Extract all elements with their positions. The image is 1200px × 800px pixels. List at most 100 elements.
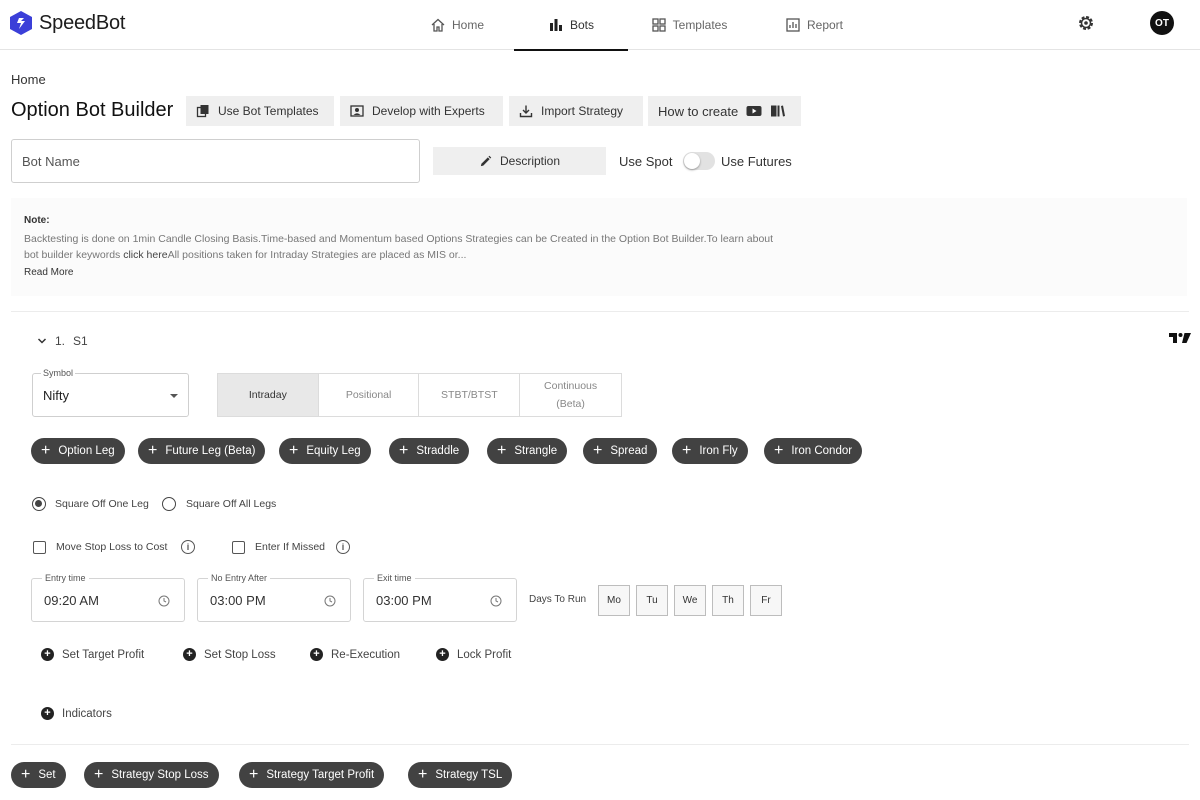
- nav-home[interactable]: Home: [414, 0, 500, 50]
- plus-icon: +: [249, 766, 259, 783]
- set-target-profit-button[interactable]: + Set Target Profit: [41, 648, 144, 661]
- square-off-one-leg-radio[interactable]: [32, 497, 46, 511]
- day-monday[interactable]: Mo: [598, 585, 630, 616]
- strategy-tsl-button[interactable]: + Strategy TSL: [408, 762, 513, 788]
- speedbot-logo-icon: [10, 11, 32, 35]
- day-thursday[interactable]: Th: [712, 585, 744, 616]
- set-stop-loss-button[interactable]: + Set Stop Loss: [183, 648, 276, 661]
- pencil-icon: [480, 155, 492, 166]
- day-wednesday[interactable]: We: [674, 585, 706, 616]
- tradingview-icon[interactable]: [1168, 332, 1192, 344]
- note-text: Backtesting is done on 1min Candle Closi…: [24, 231, 784, 263]
- nav-home-label: Home: [451, 18, 484, 32]
- nav-bots-label: Bots: [569, 18, 594, 32]
- indicators-button[interactable]: + Indicators: [41, 707, 112, 720]
- symbol-select[interactable]: Symbol Nifty: [32, 368, 189, 417]
- add-equity-leg-button[interactable]: + Equity Leg: [279, 438, 371, 464]
- enter-if-missed-checkbox[interactable]: [232, 541, 245, 554]
- note-panel: Note: Backtesting is done on 1min Candle…: [11, 198, 1187, 296]
- add-straddle-button[interactable]: + Straddle: [389, 438, 470, 464]
- strategy-header[interactable]: 1. S1: [37, 334, 88, 348]
- chevron-down-icon[interactable]: [37, 336, 47, 346]
- plus-icon: +: [41, 442, 51, 459]
- home-icon: [431, 18, 445, 32]
- move-sl-to-cost-label: Move Stop Loss to Cost: [56, 541, 168, 553]
- add-circle-icon: +: [436, 648, 449, 661]
- use-futures-label: Use Futures: [721, 154, 792, 169]
- user-avatar[interactable]: OT: [1150, 11, 1174, 35]
- top-navigation-bar: SpeedBot Home Bots Templates Report OT: [0, 0, 1200, 51]
- mode-stbt-btst[interactable]: STBT/BTST: [419, 374, 521, 416]
- book-guide-icon[interactable]: [770, 104, 786, 118]
- bot-name-input[interactable]: Bot Name: [11, 139, 420, 183]
- add-spread-button[interactable]: + Spread: [583, 438, 658, 464]
- info-icon[interactable]: i: [181, 540, 195, 554]
- add-option-leg-button[interactable]: + Option Leg: [31, 438, 125, 464]
- entry-time-label: Entry time: [42, 573, 89, 583]
- future-leg-label: Future Leg (Beta): [165, 445, 256, 457]
- how-to-create-button[interactable]: How to create: [648, 96, 801, 126]
- nav-report[interactable]: Report: [764, 0, 864, 50]
- square-off-one-leg-label: Square Off One Leg: [55, 498, 149, 510]
- download-icon: [519, 105, 533, 118]
- indicators-label: Indicators: [62, 707, 112, 720]
- re-execution-button[interactable]: + Re-Execution: [310, 648, 400, 661]
- strategy-target-profit-button[interactable]: + Strategy Target Profit: [239, 762, 385, 788]
- symbol-value: Nifty: [43, 388, 69, 403]
- add-iron-condor-button[interactable]: + Iron Condor: [764, 438, 863, 464]
- note-title: Note:: [24, 215, 50, 226]
- move-sl-to-cost-checkbox[interactable]: [33, 541, 46, 554]
- strategy-stop-loss-button[interactable]: + Strategy Stop Loss: [84, 762, 219, 788]
- settings-gear-icon[interactable]: [1076, 13, 1096, 33]
- add-set-button[interactable]: + Set: [11, 762, 66, 788]
- equity-leg-label: Equity Leg: [306, 445, 361, 457]
- read-more-link[interactable]: Read More: [24, 267, 73, 278]
- add-circle-icon: +: [183, 648, 196, 661]
- square-off-all-legs-radio[interactable]: [162, 497, 176, 511]
- day-tuesday[interactable]: Tu: [636, 585, 668, 616]
- dropdown-caret-icon: [170, 394, 178, 398]
- add-future-leg-button[interactable]: + Future Leg (Beta): [138, 438, 266, 464]
- strategy-stop-loss-label: Strategy Stop Loss: [111, 769, 209, 781]
- spot-futures-toggle[interactable]: [683, 152, 715, 170]
- add-circle-icon: +: [41, 648, 54, 661]
- plus-icon: +: [148, 442, 158, 459]
- clock-icon[interactable]: [324, 595, 336, 607]
- set-label: Set: [38, 769, 56, 781]
- entry-time-field[interactable]: Entry time 09:20 AM: [31, 573, 185, 622]
- add-iron-fly-button[interactable]: + Iron Fly: [672, 438, 748, 464]
- breadcrumb[interactable]: Home: [11, 72, 46, 87]
- mode-intraday[interactable]: Intraday: [218, 374, 319, 416]
- app-logo[interactable]: SpeedBot: [9, 10, 125, 36]
- no-entry-after-label: No Entry After: [208, 573, 271, 583]
- how-to-create-label: How to create: [658, 103, 739, 119]
- note-text-part-2: All positions taken for Intraday Strateg…: [167, 249, 467, 261]
- import-strategy-button[interactable]: Import Strategy: [509, 96, 643, 126]
- days-to-run-label: Days To Run: [529, 594, 587, 605]
- set-target-profit-label: Set Target Profit: [62, 648, 145, 661]
- plus-icon: +: [94, 766, 104, 783]
- clock-icon[interactable]: [158, 595, 170, 607]
- add-circle-icon: +: [41, 707, 54, 720]
- clock-icon[interactable]: [490, 595, 502, 607]
- use-bot-templates-button[interactable]: Use Bot Templates: [186, 96, 334, 126]
- page-title: Option Bot Builder: [11, 99, 174, 121]
- exit-time-field[interactable]: Exit time 03:00 PM: [363, 573, 517, 622]
- info-icon[interactable]: i: [336, 540, 350, 554]
- video-play-icon[interactable]: [746, 104, 762, 118]
- plus-icon: +: [289, 442, 299, 459]
- lock-profit-button[interactable]: + Lock Profit: [436, 648, 511, 661]
- click-here-link[interactable]: click here: [123, 249, 167, 261]
- mode-continuous-beta[interactable]: Continuous (Beta): [520, 374, 621, 416]
- description-button[interactable]: Description: [433, 147, 606, 175]
- day-friday[interactable]: Fr: [750, 585, 782, 616]
- add-strangle-button[interactable]: + Strangle: [487, 438, 568, 464]
- nav-bots[interactable]: Bots: [514, 0, 628, 51]
- plus-icon: +: [593, 442, 603, 459]
- nav-templates[interactable]: Templates: [634, 0, 744, 50]
- trade-mode-selector: Intraday Positional STBT/BTST Continuous…: [217, 373, 622, 417]
- mode-positional[interactable]: Positional: [319, 374, 420, 416]
- grid-icon: [651, 18, 666, 32]
- no-entry-after-field[interactable]: No Entry After 03:00 PM: [197, 573, 351, 622]
- develop-with-experts-button[interactable]: Develop with Experts: [340, 96, 503, 126]
